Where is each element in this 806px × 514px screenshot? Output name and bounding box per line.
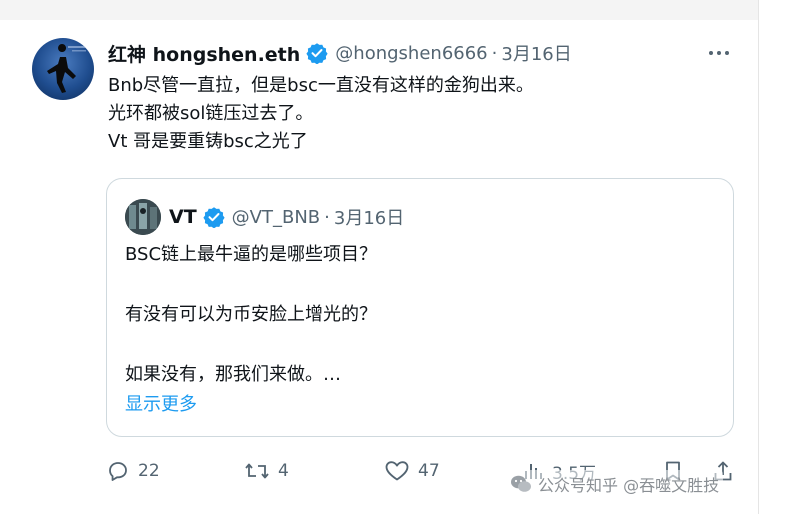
watermark-text: 公众号知乎 @吞噬文胜技 (538, 476, 720, 495)
top-strip (0, 0, 760, 20)
tweet-text-line: Vt 哥是要重铸bsc之光了 (108, 131, 308, 152)
quote-avatar-image-icon (125, 199, 161, 235)
tweet-text-line: 光环都被sol链压过去了。 (108, 103, 314, 124)
more-options-icon[interactable] (706, 40, 732, 66)
like-count: 47 (418, 461, 440, 481)
retweet-button[interactable]: 4 (244, 456, 289, 486)
author-avatar[interactable] (32, 38, 94, 100)
avatar-silhouette-icon (47, 44, 88, 93)
reply-icon (109, 462, 127, 481)
quote-author-handle[interactable]: @VT_BNB (232, 207, 320, 228)
tweet-date[interactable]: 3月16日 (501, 40, 571, 66)
retweet-count: 4 (278, 461, 289, 481)
verified-badge-icon (203, 207, 225, 228)
reply-button[interactable]: 22 (106, 456, 160, 486)
author-name[interactable]: 红神 hongshen.eth (108, 40, 300, 67)
like-button[interactable]: 47 (384, 456, 440, 486)
like-icon (385, 461, 409, 481)
separator-dot: · (324, 206, 330, 228)
retweet-icon (245, 463, 269, 479)
quote-text-line: 有没有可以为币安脸上增光的？ (125, 304, 377, 325)
tweet-text-line: Bnb尽管一直拉，但是bsc一直没有这样的金狗出来。 (108, 75, 534, 96)
quote-author-avatar[interactable] (125, 199, 161, 235)
quote-date[interactable]: 3月16日 (334, 204, 404, 230)
quote-text-line: BSC链上最牛逼的是哪些项目？ (125, 244, 378, 265)
author-handle[interactable]: @hongshen6666 (335, 43, 487, 64)
quote-text-line: 如果没有，那我们来做。… (125, 364, 341, 385)
quoted-tweet-card[interactable]: VT @VT_BNB · 3月16日 BSC链上最牛逼的是哪些项目？ 有没有可以… (106, 178, 734, 437)
reply-count: 22 (138, 461, 160, 481)
tweet-header: 红神 hongshen.eth @hongshen6666 · 3月16日 (108, 38, 572, 68)
verified-badge-icon (306, 43, 328, 64)
tweet-text: Bnb尽管一直拉，但是bsc一直没有这样的金狗出来。 光环都被sol链压过去了。… (108, 72, 728, 156)
right-gutter (759, 0, 806, 514)
watermark: 公众号知乎 @吞噬文胜技 (506, 470, 724, 498)
quote-header: VT @VT_BNB · 3月16日 (169, 201, 404, 233)
separator-dot: · (491, 42, 498, 64)
quote-author-name[interactable]: VT (169, 206, 197, 228)
show-more-link[interactable]: 显示更多 (125, 390, 197, 416)
wechat-icon (511, 475, 531, 492)
